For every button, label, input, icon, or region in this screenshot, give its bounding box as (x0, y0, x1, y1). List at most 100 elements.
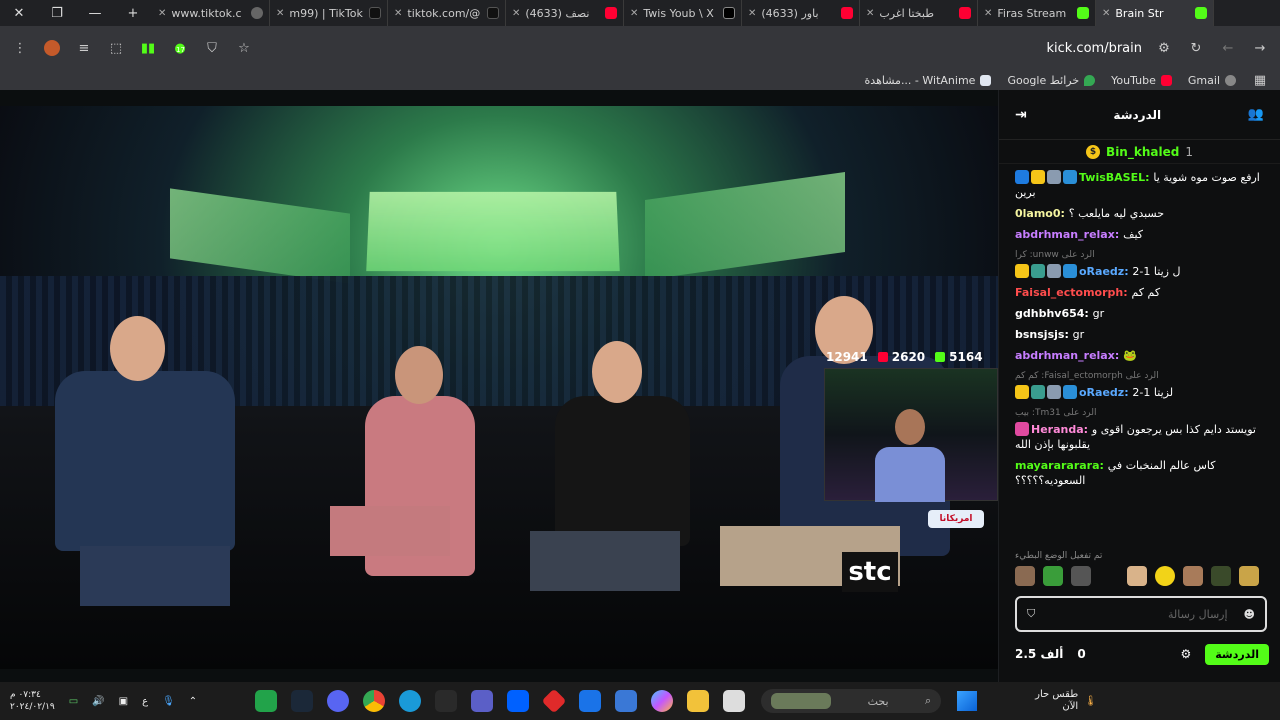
shield-icon[interactable]: ⛉ (1027, 607, 1035, 621)
browser-tab[interactable]: ✕ طبختا اغرب (860, 0, 978, 26)
microphone-icon[interactable]: 🎙 (162, 696, 175, 707)
taskbar-search[interactable]: بحث ⌕ (761, 689, 942, 713)
file-explorer-icon[interactable] (687, 690, 710, 712)
chat-username[interactable]: TwisBASEL (1079, 171, 1145, 184)
profile-avatar-icon[interactable] (44, 40, 60, 56)
mail-icon[interactable] (579, 690, 602, 712)
chat-username[interactable]: oRaedz (1079, 386, 1124, 399)
tray-chevron-icon[interactable]: ⌃ (189, 696, 197, 707)
network-icon[interactable]: ▣ (119, 696, 128, 707)
emote-7[interactable] (1211, 566, 1231, 586)
chat-message[interactable]: abdrhman_relax: كيف (1015, 227, 1267, 242)
browser-tab[interactable]: ✕ Firas Stream (978, 0, 1096, 26)
close-tab-icon[interactable]: ✕ (512, 8, 520, 19)
chat-username[interactable]: abdrhman_relax (1015, 228, 1115, 241)
chat-message[interactable]: mayarararara: كاس عالم المنخبات في السعو… (1015, 458, 1267, 488)
new-tab-button[interactable]: + (114, 0, 152, 26)
settings-icon[interactable]: ⚙ (1181, 647, 1192, 661)
close-tab-icon[interactable]: ✕ (630, 8, 638, 19)
emote-4[interactable] (1127, 566, 1147, 586)
red-app-icon[interactable] (541, 688, 567, 714)
chat-send-button[interactable]: الدردشة (1205, 643, 1269, 665)
steam-icon[interactable] (291, 690, 314, 712)
chat-username[interactable]: abdrhman_relax (1015, 349, 1115, 362)
close-tab-icon[interactable]: ✕ (394, 8, 402, 19)
discord-icon[interactable] (327, 690, 350, 712)
chat-message[interactable]: abdrhman_relax: 🐸 (1015, 348, 1267, 363)
chat-message[interactable]: 0lamo0: حسبدي ليه مايلعب ؟ (1015, 206, 1267, 221)
extension-badge-icon[interactable]: ● 17 (172, 40, 188, 56)
reload-icon[interactable]: ↻ (1188, 40, 1204, 56)
chat-username[interactable]: Heranda (1031, 423, 1084, 436)
window-app-icon[interactable] (723, 690, 746, 712)
restore-window-icon[interactable]: ❐ (38, 0, 76, 26)
video-player[interactable]: 12941 2620 5164 امريكانا stc (0, 106, 998, 669)
apps-grid-icon[interactable]: ▦ (1252, 72, 1268, 88)
dropbox-icon[interactable] (507, 690, 530, 712)
chat-message[interactable]: bsnsjsjs: gr (1015, 327, 1267, 342)
chat-username[interactable]: mayarararara (1015, 459, 1100, 472)
close-tab-icon[interactable]: ✕ (984, 8, 992, 19)
browser-tab[interactable]: ✕ (4633) نصف (506, 0, 624, 26)
chat-username[interactable]: bsnsjsjs (1015, 328, 1064, 341)
close-tab-icon[interactable]: ✕ (1102, 8, 1110, 19)
shield-icon[interactable]: ⛉ (204, 40, 220, 56)
browser-tab[interactable]: ✕ Brain Str (1096, 0, 1214, 26)
chat-username[interactable]: gdhbhv654 (1015, 307, 1084, 320)
bookmark-star-icon[interactable]: ☆ (236, 40, 252, 56)
chat-username[interactable]: oRaedz (1079, 265, 1124, 278)
bookmark-google-maps[interactable]: Google خرائط (1007, 74, 1096, 87)
chat-input[interactable]: ⛉ إرسال رسالة ☻ (1015, 596, 1267, 632)
site-settings-icon[interactable]: ⚙ (1156, 40, 1172, 56)
extension-icon[interactable]: ▮▮ (140, 40, 156, 56)
emoji-icon[interactable]: ☻ (1244, 608, 1255, 621)
chat-username[interactable]: 0lamo0 (1015, 207, 1061, 220)
teams-icon[interactable] (471, 690, 494, 712)
emote-5[interactable] (1155, 566, 1175, 586)
close-tab-icon[interactable]: ✕ (866, 8, 874, 19)
media-control-icon[interactable]: ≡ (76, 40, 92, 56)
emote-1[interactable] (1015, 566, 1035, 586)
close-window-icon[interactable]: ✕ (0, 0, 38, 26)
edge-icon[interactable] (399, 690, 422, 712)
collapse-chat-icon[interactable]: ⇥ (1015, 107, 1027, 123)
menu-dots-icon[interactable]: ⋮ (12, 40, 28, 56)
weather-widget[interactable]: طقس حار الآن (1035, 689, 1078, 713)
chat-username[interactable]: Faisal_ectomorph (1015, 286, 1123, 299)
app-store-icon[interactable] (255, 690, 278, 712)
chat-message[interactable]: الرد على Faisal_ectomorph: كم كم oRaedz: … (1015, 369, 1267, 400)
store-icon[interactable] (615, 690, 638, 712)
bookmark-youtube[interactable]: YouTube (1111, 74, 1172, 87)
clock[interactable]: ٠٧:٣٤ م ٢٠٢٤/٠٢/١٩ (10, 689, 55, 713)
chat-message[interactable]: gdhbhv654: gr (1015, 306, 1267, 321)
language-indicator[interactable]: ع (142, 696, 148, 707)
bookmark-gmail[interactable]: Gmail (1188, 74, 1236, 87)
volume-icon[interactable]: 🔊 (92, 696, 104, 707)
minimize-window-icon[interactable]: — (76, 0, 114, 26)
close-tab-icon[interactable]: ✕ (158, 8, 166, 19)
windows-start-icon[interactable] (957, 691, 978, 711)
pinned-gifter[interactable]: $ Bin_khaled 1 (999, 140, 1280, 164)
close-tab-icon[interactable]: ✕ (748, 8, 756, 19)
browser-tab[interactable]: ✕ (4633) باور (742, 0, 860, 26)
copilot-icon[interactable] (651, 690, 674, 712)
bookmark-witanime[interactable]: مشاهدة... - WitAnime (865, 74, 992, 87)
epic-games-icon[interactable] (435, 690, 458, 712)
chrome-icon[interactable] (363, 690, 386, 712)
forward-icon[interactable]: ← (1220, 40, 1236, 56)
browser-tab[interactable]: ✕ www.tiktok.c (152, 0, 270, 26)
chat-message[interactable]: الرد على Tm31: بيب Heranda: تويستد دايم ك… (1015, 406, 1267, 452)
chat-message[interactable]: الرد على unww: كرا oRaedz: ل زيتا 1-2 (1015, 248, 1267, 279)
emote-6[interactable] (1183, 566, 1203, 586)
close-tab-icon[interactable]: ✕ (276, 8, 284, 19)
chat-message[interactable]: TwisBASEL: ارفع صوت موه شوية يا برين (1015, 170, 1267, 200)
emote-8[interactable] (1239, 566, 1259, 586)
browser-tab[interactable]: ✕ m99) | TikTok (270, 0, 388, 26)
extensions-icon[interactable]: ⬚ (108, 40, 124, 56)
users-icon[interactable]: 👥 (1248, 107, 1264, 122)
emote-2[interactable] (1043, 566, 1063, 586)
url-field[interactable]: kick.com/brain (1046, 41, 1142, 56)
back-icon[interactable]: → (1252, 40, 1268, 56)
battery-icon[interactable]: ▭ (69, 696, 78, 707)
emote-3[interactable] (1071, 566, 1091, 586)
